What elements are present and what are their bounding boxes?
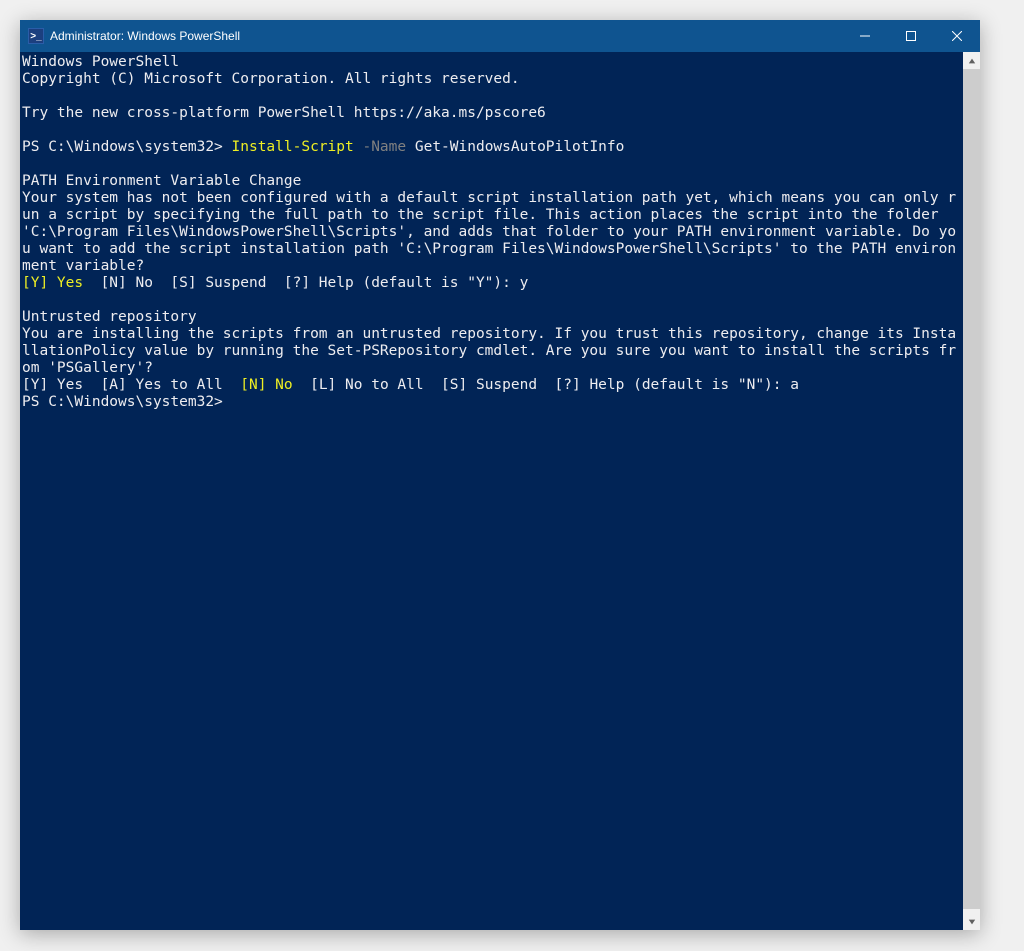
maximize-button[interactable] bbox=[888, 20, 934, 52]
command-arg: Get-WindowsAutoPilotInfo bbox=[406, 139, 624, 155]
scroll-down-button[interactable] bbox=[963, 913, 980, 930]
powershell-icon: >_ bbox=[28, 28, 44, 44]
section-body: Your system has not been configured with… bbox=[22, 190, 956, 274]
section-header: Untrusted repository bbox=[22, 309, 197, 325]
choice-default: [Y] Yes bbox=[22, 275, 83, 291]
window-title: Administrator: Windows PowerShell bbox=[50, 29, 842, 43]
choice-pre: [Y] Yes [A] Yes to All bbox=[22, 377, 240, 393]
scroll-thumb[interactable] bbox=[963, 69, 980, 909]
vertical-scrollbar[interactable] bbox=[963, 52, 980, 930]
command-verb: Install-Script bbox=[232, 139, 354, 155]
prompt: PS C:\Windows\system32> bbox=[22, 394, 223, 410]
minimize-button[interactable] bbox=[842, 20, 888, 52]
choice-rest: [N] No [S] Suspend [?] Help (default is … bbox=[83, 275, 528, 291]
command-param: -Name bbox=[354, 139, 406, 155]
close-button[interactable] bbox=[934, 20, 980, 52]
console-output[interactable]: Windows PowerShell Copyright (C) Microso… bbox=[20, 52, 963, 930]
choice-post: [L] No to All [S] Suspend [?] Help (defa… bbox=[293, 377, 799, 393]
choice-default: [N] No bbox=[240, 377, 292, 393]
banner-line: Try the new cross-platform PowerShell ht… bbox=[22, 105, 546, 121]
powershell-window: >_ Administrator: Windows PowerShell Win… bbox=[20, 20, 980, 930]
section-header: PATH Environment Variable Change bbox=[22, 173, 301, 189]
titlebar[interactable]: >_ Administrator: Windows PowerShell bbox=[20, 20, 980, 52]
console-area: Windows PowerShell Copyright (C) Microso… bbox=[20, 52, 980, 930]
banner-line: Windows PowerShell bbox=[22, 54, 179, 70]
window-controls bbox=[842, 20, 980, 52]
section-body: You are installing the scripts from an u… bbox=[22, 326, 956, 376]
prompt-prefix: PS C:\Windows\system32> bbox=[22, 139, 232, 155]
banner-line: Copyright (C) Microsoft Corporation. All… bbox=[22, 71, 520, 87]
scroll-up-button[interactable] bbox=[963, 52, 980, 69]
